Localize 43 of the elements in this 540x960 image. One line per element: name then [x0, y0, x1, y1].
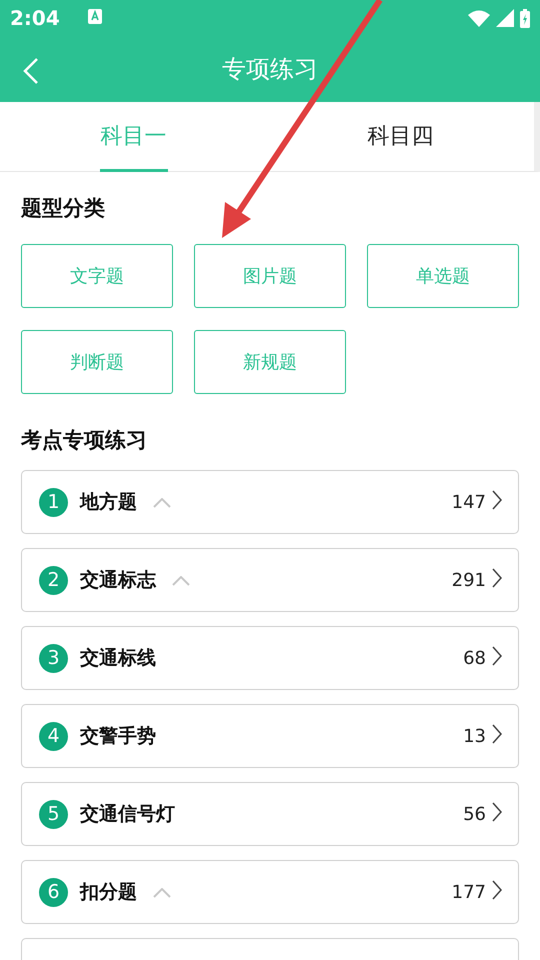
item-count: 68	[463, 648, 486, 668]
practice-item[interactable]: 2 交通标志 291	[21, 548, 519, 612]
item-label: 交通标线	[80, 646, 156, 671]
section-title: 题型分类	[21, 195, 106, 222]
battery-icon	[520, 8, 530, 28]
item-label: 交警手势	[80, 724, 156, 749]
tab[interactable]: 科目四	[366, 102, 434, 172]
item-label: 地方题	[80, 490, 137, 515]
status-time: 2:04	[10, 6, 60, 30]
item-count: 13	[463, 726, 486, 746]
chevron-right-icon	[492, 490, 502, 510]
chevron-right-icon	[492, 802, 502, 822]
chevron-right-icon	[492, 646, 502, 666]
item-count: 291	[452, 570, 486, 590]
wifi-icon	[468, 10, 490, 26]
page-title: 专项练习	[222, 54, 318, 85]
number-badge: 4	[39, 722, 68, 750]
caret-up-icon	[153, 498, 171, 508]
item-label: 扣分题	[80, 880, 137, 905]
back-icon[interactable]	[22, 57, 39, 85]
number-badge: 2	[39, 566, 68, 594]
item-count: 177	[452, 882, 486, 902]
number-badge: 3	[39, 644, 68, 672]
caret-up-icon	[172, 576, 190, 586]
practice-item[interactable]: 3 交通标线 68	[21, 626, 519, 690]
practice-item[interactable]: 5 交通信号灯 56	[21, 782, 519, 846]
notification-icon	[88, 8, 102, 24]
practice-item[interactable]: 1 地方题 147	[21, 470, 519, 534]
chevron-right-icon	[492, 880, 502, 900]
item-count: 56	[463, 804, 486, 824]
signal-icon	[496, 9, 514, 27]
item-label: 交通信号灯	[80, 802, 175, 827]
caret-up-icon	[153, 888, 171, 898]
chevron-right-icon	[492, 724, 502, 744]
item-label: 交通标志	[80, 568, 156, 593]
number-badge: 5	[39, 800, 68, 828]
item-count: 147	[452, 492, 486, 512]
practice-item[interactable]: 4 交警手势 13	[21, 704, 519, 768]
practice-item[interactable]: 6 扣分题 177	[21, 860, 519, 924]
section-title: 考点专项练习	[21, 427, 148, 454]
chevron-right-icon	[492, 568, 502, 588]
number-badge: 1	[39, 488, 68, 516]
number-badge: 6	[39, 878, 68, 906]
